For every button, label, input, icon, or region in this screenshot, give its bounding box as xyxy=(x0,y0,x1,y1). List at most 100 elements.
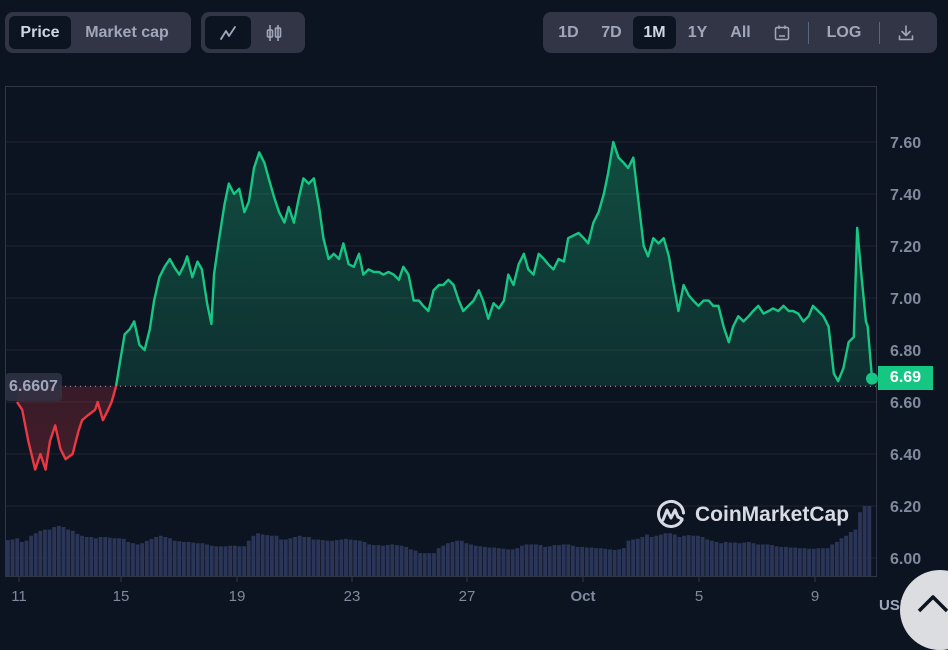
volume-bar xyxy=(839,538,844,576)
volume-bar xyxy=(784,546,788,576)
volume-bar xyxy=(705,539,710,576)
volume-bar xyxy=(19,541,24,576)
volume-bar xyxy=(413,550,418,576)
volume-bar xyxy=(635,538,640,576)
volume-bar xyxy=(357,540,362,576)
volume-bar xyxy=(195,543,200,576)
volume-bar xyxy=(756,544,761,576)
volume-bar xyxy=(774,546,779,576)
volume-bar xyxy=(103,537,108,576)
volume-bar xyxy=(691,535,696,576)
x-axis: 11 15 19 23 27 Oct 5 9 xyxy=(11,577,819,605)
volume-bar xyxy=(844,535,849,576)
y-tick-label: 7.00 xyxy=(890,291,921,308)
volume-bar xyxy=(640,537,645,576)
volume-bar xyxy=(608,549,612,576)
volume-bar xyxy=(830,544,835,576)
volume-bar xyxy=(205,544,209,576)
volume-bar xyxy=(719,543,724,576)
volume-bar xyxy=(496,548,501,576)
volume-bar xyxy=(89,537,94,576)
volume-bar xyxy=(140,543,145,576)
volume-bar xyxy=(131,543,135,576)
x-tick-label: 23 xyxy=(344,588,361,605)
volume-bar xyxy=(293,537,297,576)
volume-bar xyxy=(858,512,862,576)
volume-bar xyxy=(408,549,413,576)
volume-bar xyxy=(395,545,399,576)
volume-bar xyxy=(621,548,626,576)
x-tick-label: 11 xyxy=(11,588,27,605)
volume-bar xyxy=(144,540,149,576)
volume-bar xyxy=(84,537,89,576)
volume-bar xyxy=(469,544,473,576)
volume-bar xyxy=(307,537,311,576)
volume-bar xyxy=(441,545,446,576)
volume-bar xyxy=(645,534,649,576)
volume-bar xyxy=(802,548,807,576)
volume-bar xyxy=(15,538,20,576)
volume-bar xyxy=(316,539,321,576)
y-tick-label: 6.80 xyxy=(890,343,921,360)
volume-bar xyxy=(172,540,177,576)
volume-bar xyxy=(61,527,66,576)
volume-bar xyxy=(723,541,728,576)
volume-bar xyxy=(404,546,409,576)
chevron-up-icon xyxy=(917,595,948,613)
volume-bar xyxy=(399,545,404,576)
volume-bar xyxy=(158,535,163,576)
price-chart[interactable]: 7.607.407.207.006.806.606.406.206.00 11 1… xyxy=(0,0,948,628)
volume-bar xyxy=(339,539,344,576)
volume-bar xyxy=(603,548,608,576)
volume-bar xyxy=(297,535,302,576)
volume-bar xyxy=(418,553,422,576)
volume-bar xyxy=(163,537,168,576)
volume-bar xyxy=(154,537,159,576)
volume-bar xyxy=(228,545,233,576)
current-price-badge: 6.69 xyxy=(878,366,933,390)
volume-bar xyxy=(709,540,714,576)
volume-bar xyxy=(760,544,765,576)
volume-bar xyxy=(533,544,538,576)
volume-bar xyxy=(788,547,793,576)
volume-bar xyxy=(348,539,353,576)
volume-bar xyxy=(626,540,631,576)
volume-bar xyxy=(570,545,575,576)
volume-bar xyxy=(436,548,441,576)
volume-bar xyxy=(658,534,663,576)
volume-bar xyxy=(464,543,469,576)
volume-bar xyxy=(325,540,330,576)
volume-bar xyxy=(29,535,33,576)
volume-bar xyxy=(538,545,543,576)
x-tick-label: 5 xyxy=(695,588,703,605)
volume-bar xyxy=(24,540,29,576)
volume-bar xyxy=(510,549,515,576)
volume-bar xyxy=(825,548,830,576)
y-tick-label: 6.00 xyxy=(890,551,921,568)
volume-bar xyxy=(529,544,534,576)
volume-bar xyxy=(362,541,367,576)
y-tick-label: 6.20 xyxy=(890,499,921,516)
volume-bar xyxy=(168,538,172,576)
volume-bar xyxy=(66,529,71,576)
volume-bar xyxy=(617,549,622,576)
volume-bar xyxy=(751,543,756,576)
volume-bar xyxy=(334,540,339,576)
volume-bar xyxy=(821,548,825,576)
volume-bar xyxy=(149,538,154,576)
volume-bar xyxy=(52,527,57,576)
volume-bar xyxy=(733,542,737,576)
y-tick-label: 6.60 xyxy=(890,395,921,412)
volume-bar xyxy=(543,546,548,576)
volume-bar xyxy=(283,539,288,576)
volume-bar xyxy=(668,533,673,576)
volume-bar xyxy=(385,545,390,576)
volume-bar xyxy=(445,543,450,576)
volume-bar xyxy=(524,544,529,576)
volume-bar xyxy=(177,541,182,576)
volume-bar xyxy=(320,540,325,576)
volume-bar xyxy=(43,529,47,576)
volume-bar xyxy=(93,538,98,576)
volume-bar xyxy=(260,534,265,576)
volume-bar xyxy=(515,548,520,576)
